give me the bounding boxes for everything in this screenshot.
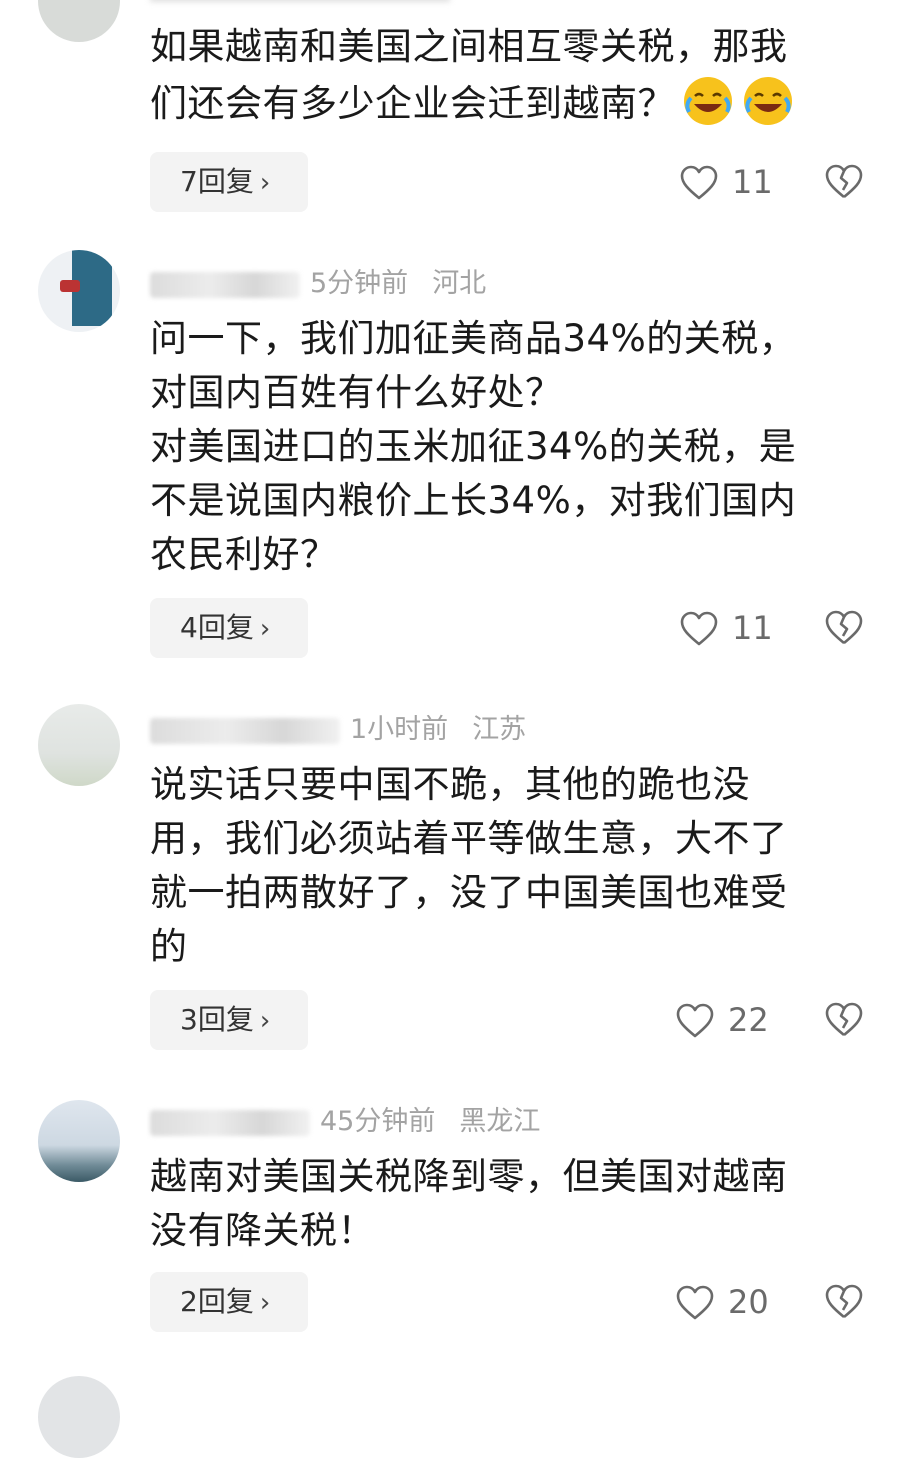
avatar[interactable] — [38, 250, 120, 332]
comment-time: 45分钟前 — [320, 1106, 436, 1137]
comment-meta: 5分钟前 河北 — [150, 264, 486, 304]
comment-location: 黑龙江 — [459, 1106, 541, 1137]
reply-button[interactable]: 3回复 › — [150, 990, 308, 1050]
heart-outline-icon — [676, 1003, 714, 1038]
avatar[interactable] — [38, 0, 120, 42]
comment-meta: 1小时前 江苏 — [150, 710, 526, 750]
comment-text: 问一下，我们加征美商品34%的关税， 对国内百姓有什么好处？ 对美国进口的玉米加… — [150, 317, 797, 576]
reply-button[interactable]: 2回复 › — [150, 1272, 308, 1332]
avatar[interactable] — [38, 704, 120, 786]
broken-heart-icon — [825, 164, 863, 199]
reply-button[interactable]: 4回复 › — [150, 598, 308, 658]
like-button[interactable]: 11 — [680, 598, 773, 658]
avatar — [38, 1376, 120, 1458]
username-blurred[interactable] — [150, 271, 300, 298]
username-blurred[interactable] — [150, 1109, 310, 1136]
comment-time: 1小时前 — [350, 714, 449, 745]
broken-heart-icon — [825, 1284, 863, 1319]
dislike-button[interactable] — [822, 990, 866, 1050]
laughing-crying-emoji-icon — [744, 77, 792, 125]
broken-heart-icon — [825, 1002, 863, 1037]
like-button[interactable]: 20 — [676, 1272, 769, 1332]
avatar[interactable] — [38, 1100, 120, 1182]
chevron-right-icon: › — [259, 1006, 271, 1036]
heart-outline-icon — [680, 611, 718, 646]
dislike-button[interactable] — [822, 598, 866, 658]
heart-outline-icon — [680, 165, 718, 200]
reply-button[interactable]: 7回复 › — [150, 152, 308, 212]
comment-meta: 45分钟前 黑龙江 — [150, 1102, 540, 1142]
like-button[interactable]: 11 — [680, 152, 773, 212]
dislike-button[interactable] — [822, 1272, 866, 1332]
broken-heart-icon — [825, 610, 863, 645]
comment-text: 说实话只要中国不跪，其他的跪也没 用，我们必须站着平等做生意，大不了 就一拍两散… — [150, 763, 788, 968]
heart-outline-icon — [676, 1285, 714, 1320]
comment-time: 5分钟前 — [310, 268, 409, 299]
comment-text: 越南对美国关税降到零，但美国对越南 没有降关税！ — [150, 1155, 788, 1252]
meta-cut — [150, 0, 450, 9]
comment-text: 如果越南和美国之间相互零关税，那我 们还会有多少企业会迁到越南？ — [150, 20, 870, 131]
like-button[interactable]: 22 — [676, 990, 769, 1050]
chevron-right-icon: › — [259, 614, 271, 644]
chevron-right-icon: › — [259, 168, 271, 198]
comment-location: 江苏 — [472, 714, 527, 745]
dislike-button[interactable] — [822, 152, 866, 212]
chevron-right-icon: › — [259, 1288, 271, 1318]
username-blurred[interactable] — [150, 717, 340, 744]
laughing-crying-emoji-icon — [684, 77, 732, 125]
comment-location: 河北 — [432, 268, 487, 299]
